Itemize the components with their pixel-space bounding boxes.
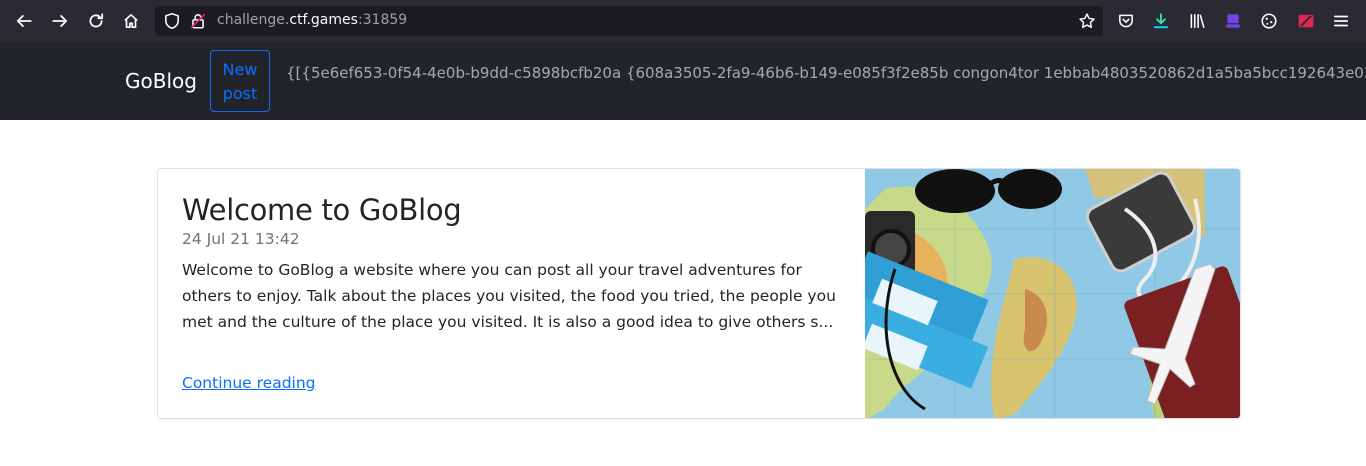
bookmark-star-icon[interactable] xyxy=(1077,11,1097,31)
shield-icon[interactable] xyxy=(163,12,181,30)
blocker-extension-icon[interactable] xyxy=(1296,11,1316,31)
new-post-label-line2: post xyxy=(222,84,258,103)
url-domain: ctf.games xyxy=(289,12,358,28)
post-excerpt: Welcome to GoBlog a website where you ca… xyxy=(182,261,836,331)
download-icon[interactable] xyxy=(1151,11,1171,31)
travel-map-photo-icon xyxy=(865,169,1240,418)
home-icon[interactable] xyxy=(117,7,145,35)
brand-link[interactable]: GoBlog xyxy=(125,69,197,93)
site-navbar: GoBlog New post {[{5e6ef653-0f54-4e0b-b9… xyxy=(0,42,1366,120)
new-post-button[interactable]: New post xyxy=(210,50,270,112)
post-title: Welcome to GoBlog xyxy=(182,193,462,227)
post-date: 24 Jul 21 13:42 xyxy=(182,230,300,248)
forward-arrow-icon[interactable] xyxy=(46,7,74,35)
browser-toolbar: challenge.ctf.games:31859 xyxy=(0,0,1366,42)
library-icon[interactable] xyxy=(1187,11,1207,31)
hamburger-menu-icon[interactable] xyxy=(1331,11,1351,31)
url-host: challenge. xyxy=(217,12,290,28)
navbar-session-text: {[{5e6ef653-0f54-4e0b-b9dd-c5898bcfb20a … xyxy=(286,64,1366,82)
cookie-extension-icon[interactable] xyxy=(1259,11,1279,31)
continue-reading-link[interactable]: Continue reading xyxy=(182,374,316,392)
url-text[interactable]: challenge.ctf.games:31859 xyxy=(217,12,407,28)
extension-purple-icon[interactable] xyxy=(1223,11,1243,31)
new-post-label-line1: New xyxy=(222,60,258,79)
post-card: Welcome to GoBlog 24 Jul 21 13:42 Welcom… xyxy=(157,168,1241,419)
back-arrow-icon[interactable] xyxy=(10,7,38,35)
reload-icon[interactable] xyxy=(82,7,110,35)
address-bar[interactable]: challenge.ctf.games:31859 xyxy=(155,6,1103,36)
url-port: :31859 xyxy=(357,12,408,28)
pocket-icon[interactable] xyxy=(1116,11,1136,31)
insecure-lock-icon[interactable] xyxy=(189,12,207,30)
